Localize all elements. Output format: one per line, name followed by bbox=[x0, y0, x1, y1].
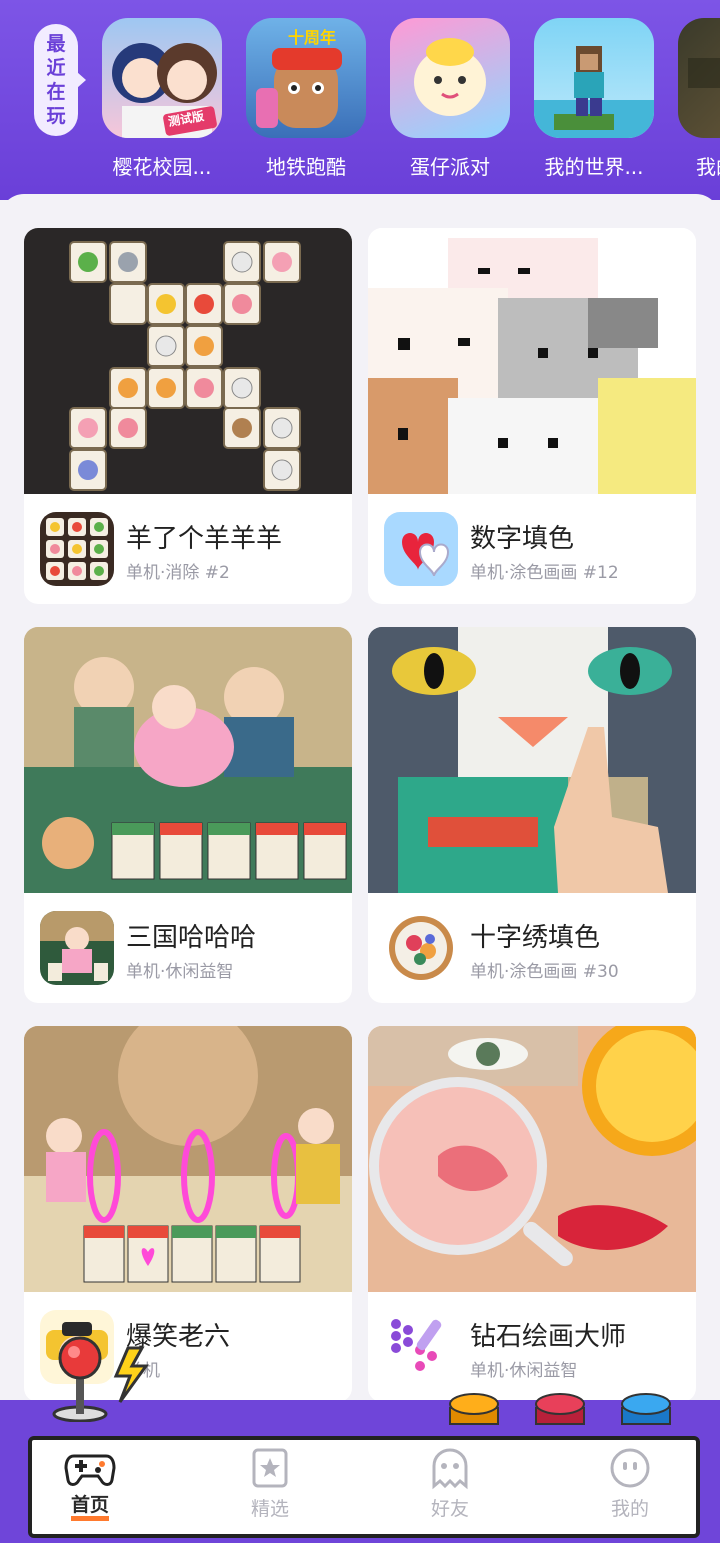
number-coloring-icon bbox=[384, 512, 458, 586]
smiley-icon bbox=[610, 1448, 650, 1488]
game-meta: 单机·休闲益智 bbox=[126, 962, 234, 982]
tab-friends[interactable]: 好友 bbox=[390, 1446, 510, 1526]
joystick-icon bbox=[52, 1336, 149, 1422]
game-title: 三国哈哈哈 bbox=[126, 923, 257, 953]
recent-game-sakura[interactable]: 测试版 樱花校园... bbox=[102, 18, 246, 180]
tab-me[interactable]: 我的 bbox=[570, 1446, 690, 1526]
minecraft-icon bbox=[534, 18, 654, 138]
bottom-nav-bar: 首页 精选 好友 我的 bbox=[0, 1336, 720, 1543]
sakura-school-icon: 测试版 bbox=[102, 18, 222, 138]
game-cover-cross-stitch-cat bbox=[368, 627, 696, 893]
game-partial-icon bbox=[678, 18, 720, 138]
cross-stitch-icon bbox=[384, 911, 458, 985]
game-title: 数字填色 bbox=[470, 524, 575, 554]
game-cover-mahjong bbox=[24, 228, 352, 494]
recent-game-label: 我的 bbox=[696, 155, 720, 179]
game-card-diamond-painting[interactable]: 钻石绘画大师 单机·休闲益智 bbox=[368, 1026, 696, 1402]
game-title: 羊了个羊羊羊 bbox=[126, 524, 283, 554]
game-meta: 单机·涂色画画 #12 bbox=[470, 563, 619, 583]
recent-game-subway[interactable]: 十周年 地铁跑酷 bbox=[246, 18, 390, 180]
game-cover-pixel-cats bbox=[368, 228, 696, 494]
recent-game-label: 地铁跑酷 bbox=[266, 155, 346, 179]
game-cover-funny-laoliu bbox=[24, 1026, 352, 1292]
arcade-button-blue bbox=[621, 1393, 671, 1425]
tab-home[interactable]: 首页 bbox=[30, 1446, 150, 1526]
game-grid: 羊了个羊羊羊 单机·消除 #2 数字填色 单机·涂色画画 #12 三国哈哈哈 单… bbox=[0, 194, 720, 1414]
game-cover-three-kingdoms bbox=[24, 627, 352, 893]
game-card-three-kingdoms[interactable]: 三国哈哈哈 单机·休闲益智 bbox=[24, 627, 352, 1003]
game-meta: 单机·休闲益智 bbox=[470, 1361, 578, 1381]
arcade-button-orange bbox=[449, 1393, 499, 1425]
recent-tag: 最 近 在 玩 bbox=[34, 24, 86, 136]
arcade-button-red bbox=[535, 1393, 585, 1425]
recent-game-label: 樱花校园... bbox=[112, 155, 212, 179]
diamond-painting-icon bbox=[384, 1310, 458, 1384]
gamepad-icon bbox=[64, 1454, 116, 1486]
game-title: 钻石绘画大师 bbox=[470, 1322, 627, 1352]
three-kingdoms-icon bbox=[40, 911, 114, 985]
recent-game-minecraft[interactable]: 我的世界... bbox=[534, 18, 678, 180]
sheep-game-icon bbox=[40, 512, 114, 586]
recent-game-eggy[interactable]: 蛋仔派对 bbox=[390, 18, 534, 180]
recent-game-label: 我的世界... bbox=[544, 155, 644, 179]
game-card-cross-stitch[interactable]: 十字绣填色 单机·涂色画画 #30 bbox=[368, 627, 696, 1003]
game-cover-diamond-painting bbox=[368, 1026, 696, 1292]
recent-game-partial[interactable]: 我的 bbox=[678, 18, 720, 180]
ghost-icon bbox=[432, 1448, 468, 1490]
recent-game-label: 蛋仔派对 bbox=[410, 155, 490, 179]
game-title: 十字绣填色 bbox=[470, 923, 601, 953]
game-card-number-coloring[interactable]: 数字填色 单机·涂色画画 #12 bbox=[368, 228, 696, 604]
game-meta: 单机·消除 #2 bbox=[126, 563, 230, 583]
star-bookmark-icon bbox=[252, 1448, 288, 1488]
tab-featured[interactable]: 精选 bbox=[210, 1446, 330, 1526]
recent-games-strip: 最 近 在 玩 测试版 樱花校园... 十周年 地铁跑酷 蛋仔派对 我的世界..… bbox=[0, 0, 720, 200]
eggy-party-icon bbox=[390, 18, 510, 138]
subway-surfers-icon: 十周年 bbox=[246, 18, 366, 138]
game-card-sheep[interactable]: 羊了个羊羊羊 单机·消除 #2 bbox=[24, 228, 352, 604]
game-meta: 单机·涂色画画 #30 bbox=[470, 962, 619, 982]
